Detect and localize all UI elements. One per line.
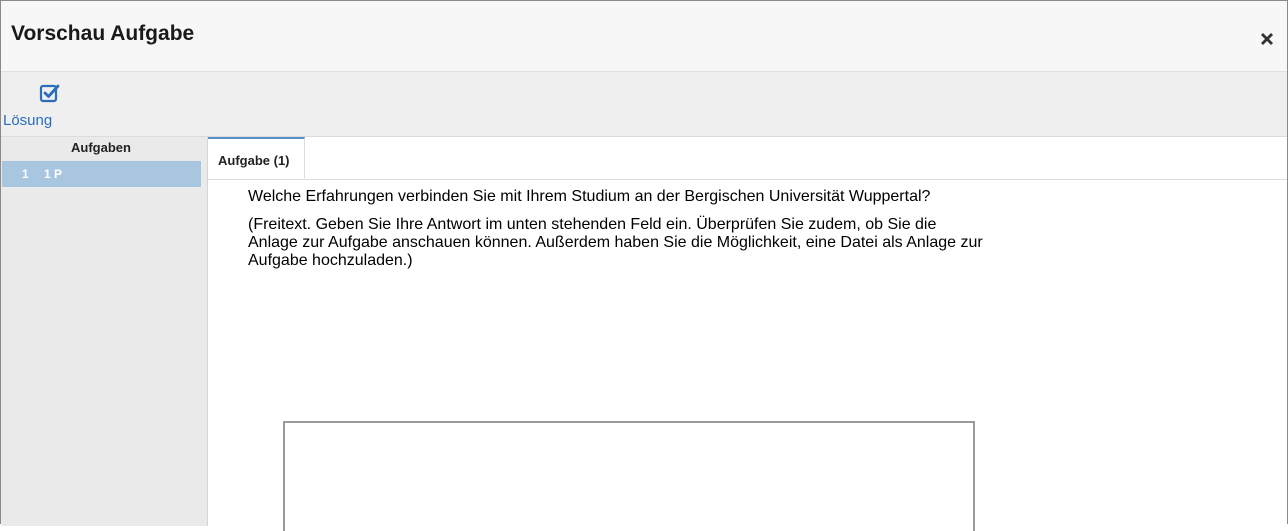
toolbar: Lösung: [1, 72, 1287, 137]
solution-button[interactable]: Lösung: [3, 82, 93, 132]
tab-task-1[interactable]: Aufgabe (1): [208, 137, 305, 178]
preview-dialog: Vorschau Aufgabe Lösung Aufgaben 1 1 P A…: [0, 0, 1288, 531]
checkbox-checked-icon: [39, 82, 61, 104]
sidebar-item-task-1[interactable]: 1 1 P: [2, 161, 201, 187]
question-instructions: (Freitext. Geben Sie Ihre Antwort im unt…: [248, 216, 983, 269]
answer-textarea[interactable]: [283, 421, 975, 531]
solution-label: Lösung: [3, 112, 53, 129]
question-block: Welche Erfahrungen verbinden Sie mit Ihr…: [248, 188, 988, 280]
task-number: 1: [22, 167, 29, 181]
dialog-header: Vorschau Aufgabe: [1, 1, 1287, 72]
question-text: Welche Erfahrungen verbinden Sie mit Ihr…: [248, 188, 931, 205]
sidebar-header: Aufgaben: [71, 140, 131, 155]
tab-bar: Aufgabe (1): [208, 137, 1287, 180]
close-icon[interactable]: [1259, 31, 1275, 47]
task-content: Aufgabe (1) Welche Erfahrungen verbinden…: [208, 137, 1287, 531]
dialog-title: Vorschau Aufgabe: [11, 22, 195, 45]
task-sidebar: Aufgaben 1 1 P: [1, 137, 208, 526]
task-points: 1 P: [44, 167, 63, 181]
